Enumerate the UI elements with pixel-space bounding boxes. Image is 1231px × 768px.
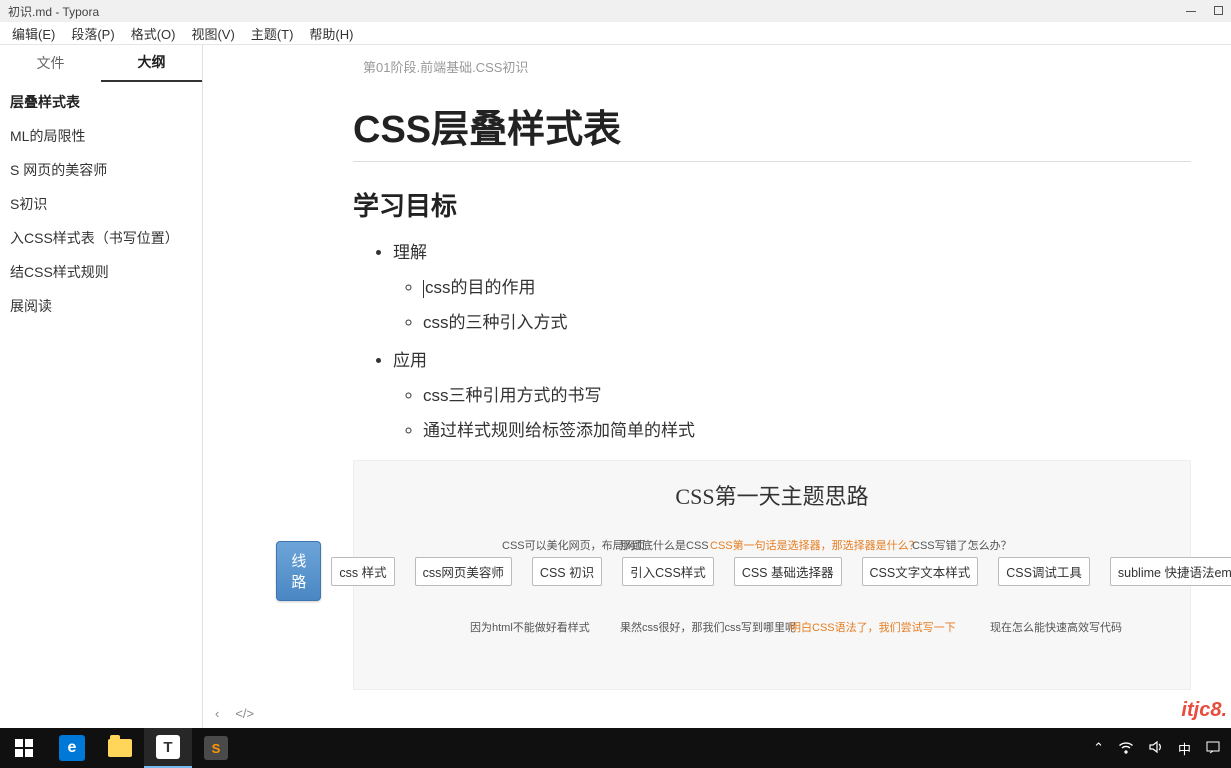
mm-note: 果然css很好，那我们css写到哪里呢 [620, 619, 796, 635]
sublime-icon: S [204, 736, 228, 760]
menu-help[interactable]: 帮助(H) [301, 22, 361, 45]
folder-icon [108, 739, 132, 757]
outline-item[interactable]: 结CSS样式规则 [0, 255, 202, 289]
notification-icon[interactable] [1205, 739, 1221, 758]
start-button[interactable] [0, 728, 48, 768]
mindmap-node: sublime 快捷语法emment [1110, 557, 1231, 586]
outline-list: 层叠样式表 ML的局限性 S 网页的美容师 S初识 入CSS样式表（书写位置） … [0, 81, 202, 327]
outline-item[interactable]: S 网页的美容师 [0, 153, 202, 187]
mindmap-node: CSS 初识 [532, 557, 602, 586]
list-item[interactable]: css三种引用方式的书写 [423, 382, 1191, 409]
window-controls [1186, 4, 1223, 18]
chevron-up-icon[interactable]: ⌃ [1093, 740, 1104, 756]
list-label: 应用 [393, 351, 427, 370]
typora-icon: T [156, 735, 180, 759]
goal-list: 理解 css的目的作用 css的三种引入方式 应用 css三种引用方式的书写 通… [353, 239, 1191, 444]
outline-item[interactable]: ML的局限性 [0, 119, 202, 153]
mindmap-start: 线路 [276, 541, 321, 601]
source-mode-icon[interactable]: </> [235, 706, 254, 721]
doc-h2-goal[interactable]: 学习目标 [353, 186, 1191, 223]
breadcrumb: 第01阶段.前端基础.CSS初识 [363, 45, 1191, 82]
menu-paragraph[interactable]: 段落(P) [63, 22, 122, 45]
taskbar: e T S ⌃ 中 [0, 728, 1231, 768]
outline-item[interactable]: S初识 [0, 187, 202, 221]
app-body: 文件 大纲 层叠样式表 ML的局限性 S 网页的美容师 S初识 入CSS样式表（… [0, 45, 1231, 728]
mindmap-node: css网页美容师 [415, 557, 512, 586]
ime-indicator[interactable]: 中 [1178, 739, 1191, 758]
outline-item[interactable]: 展阅读 [0, 289, 202, 323]
mindmap-node: CSS 基础选择器 [734, 557, 842, 586]
titlebar: 初识.md - Typora [0, 0, 1231, 22]
mm-note: 现在怎么能快速高效写代码 [990, 619, 1122, 635]
mm-note: 因为html不能做好看样式 [470, 619, 590, 635]
mindmap-node: CSS调试工具 [998, 557, 1090, 586]
menu-edit[interactable]: 编辑(E) [4, 22, 63, 45]
mindmap-node: 引入CSS样式 [622, 557, 714, 586]
menubar: 编辑(E) 段落(P) 格式(O) 视图(V) 主题(T) 帮助(H) [0, 22, 1231, 45]
taskbar-left: e T S [0, 728, 240, 768]
watermark: itjc8. [1181, 699, 1227, 722]
outline-item[interactable]: 层叠样式表 [0, 85, 202, 119]
mindmap-image: CSS第一天主题思路 CSS可以美化网页，布局网页 那到底什么是CSS CSS第… [353, 460, 1191, 690]
volume-icon[interactable] [1148, 739, 1164, 758]
content-footer: ‹ </> [203, 698, 1231, 728]
editor[interactable]: 第01阶段.前端基础.CSS初识 CSS层叠样式表 学习目标 理解 css的目的… [203, 45, 1231, 698]
mindmap-node: CSS文字文本样式 [862, 557, 979, 586]
list-item[interactable]: 应用 css三种引用方式的书写 通过样式规则给标签添加简单的样式 [393, 347, 1191, 445]
menu-view[interactable]: 视图(V) [183, 22, 242, 45]
content-area: 第01阶段.前端基础.CSS初识 CSS层叠样式表 学习目标 理解 css的目的… [203, 45, 1231, 728]
sidebar-tab-files[interactable]: 文件 [0, 45, 101, 81]
task-edge[interactable]: e [48, 728, 96, 768]
list-item[interactable]: css的三种引入方式 [423, 309, 1191, 336]
minimize-button[interactable] [1186, 4, 1196, 18]
wifi-icon[interactable] [1118, 739, 1134, 758]
sidebar-tab-outline[interactable]: 大纲 [101, 44, 202, 82]
list-item[interactable]: css的目的作用 [423, 274, 1191, 301]
mm-note: 明白CSS语法了，我们尝试写一下 [790, 619, 956, 635]
sidebar: 文件 大纲 层叠样式表 ML的局限性 S 网页的美容师 S初识 入CSS样式表（… [0, 45, 203, 728]
sub-list: css三种引用方式的书写 通过样式规则给标签添加简单的样式 [393, 382, 1191, 444]
windows-icon [12, 736, 36, 760]
window-title: 初识.md - Typora [8, 3, 99, 20]
menu-theme[interactable]: 主题(T) [243, 22, 302, 45]
mindmap-node: css 样式 [331, 557, 394, 586]
mindmap-row: 线路 css 样式 css网页美容师 CSS 初识 引入CSS样式 CSS 基础… [372, 541, 1172, 601]
task-sublime[interactable]: S [192, 728, 240, 768]
maximize-button[interactable] [1214, 4, 1223, 18]
doc-h1[interactable]: CSS层叠样式表 [353, 98, 1191, 162]
list-item[interactable]: 理解 css的目的作用 css的三种引入方式 [393, 239, 1191, 337]
system-tray: ⌃ 中 [1093, 739, 1231, 758]
back-icon[interactable]: ‹ [215, 706, 219, 721]
task-explorer[interactable] [96, 728, 144, 768]
task-typora[interactable]: T [144, 728, 192, 768]
edge-icon: e [59, 735, 85, 761]
menu-format[interactable]: 格式(O) [123, 22, 184, 45]
sidebar-tabs: 文件 大纲 [0, 45, 202, 81]
list-label: 理解 [393, 243, 427, 262]
text-cursor [423, 280, 424, 298]
sub-list: css的目的作用 css的三种引入方式 [393, 274, 1191, 336]
list-item[interactable]: 通过样式规则给标签添加简单的样式 [423, 417, 1191, 444]
mindmap-title: CSS第一天主题思路 [372, 479, 1172, 511]
outline-item[interactable]: 入CSS样式表（书写位置） [0, 221, 202, 255]
